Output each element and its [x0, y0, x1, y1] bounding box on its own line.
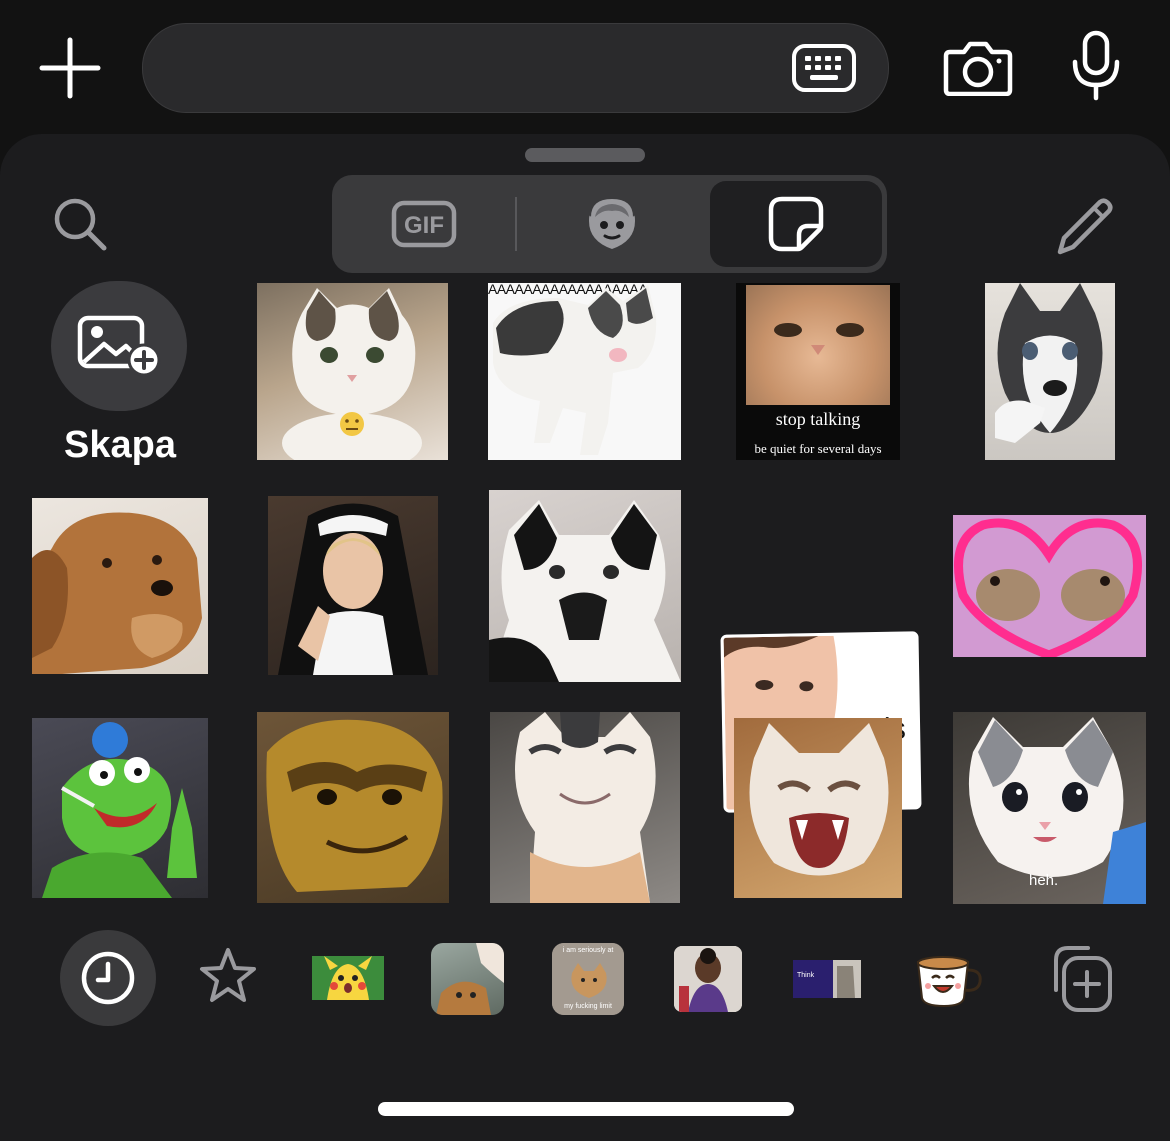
cat-illustration	[749, 723, 889, 876]
sticker-pack-thumb-icon	[916, 956, 982, 1008]
add-sticker-icon	[1054, 946, 1112, 1012]
tray-favorites-button[interactable]	[198, 946, 258, 1006]
microphone-button[interactable]	[1070, 30, 1122, 102]
sticker-pack-thumb-icon	[312, 956, 384, 1000]
tray-pack-caption-top: i am seriously at	[562, 947, 614, 954]
shrek-illustration	[266, 719, 443, 892]
sticker-cat-smiling[interactable]	[490, 712, 680, 903]
tray-recents-button[interactable]	[60, 930, 156, 1026]
plus-icon	[39, 37, 101, 99]
sticker-cat-screaming-aaaa[interactable]: AAAAAAAAAAAAAAAAAA	[488, 283, 681, 460]
sticker-kitten-heh[interactable]: heh.	[953, 712, 1146, 904]
sticker-nun-praying[interactable]	[268, 496, 438, 675]
sticker-pack-thumb-icon	[674, 946, 742, 1012]
microphone-icon	[1072, 30, 1120, 101]
husky-illustration	[995, 283, 1103, 443]
sticker-dog-pondering[interactable]	[32, 498, 208, 674]
sticker-husky-pointing[interactable]	[985, 283, 1115, 460]
message-input[interactable]	[142, 23, 889, 113]
sticker-frogs-heart[interactable]	[953, 515, 1146, 657]
sticker-kermit-smoking[interactable]	[32, 718, 208, 898]
tray-pack-caption: Think	[797, 972, 815, 979]
plus-button[interactable]	[38, 36, 102, 100]
frogs-heart-illustration	[954, 518, 1142, 657]
create-sticker-tile[interactable]: Skapa	[50, 276, 190, 466]
camera-icon	[943, 41, 1013, 97]
search-icon	[54, 198, 107, 251]
tray-pack-seriously-cat[interactable]: i am seriously at my fucking limit	[552, 943, 624, 1015]
nun-illustration	[278, 503, 428, 675]
tray-pack-coffee-cup[interactable]	[914, 954, 984, 1008]
message-composer	[0, 0, 1170, 130]
tray-pack-think-meme[interactable]: Think	[793, 960, 861, 998]
cat-illustration	[515, 712, 656, 903]
tab-gif[interactable]: GIF	[332, 175, 515, 273]
tray-pack-surprised-pikachu[interactable]	[312, 956, 384, 1000]
cat-illustration	[489, 500, 681, 682]
sticker-cat-hissing[interactable]	[734, 718, 902, 898]
keyboard-icon	[792, 44, 856, 92]
sticker-cat-gasp[interactable]	[489, 490, 681, 682]
search-button[interactable]	[52, 196, 108, 252]
emoji-face-icon	[340, 412, 364, 436]
tab-gif-label: GIF	[404, 212, 444, 239]
edit-button[interactable]	[1054, 196, 1116, 258]
create-sticker-button[interactable]	[51, 281, 187, 411]
tab-memoji[interactable]	[517, 175, 707, 273]
tray-pack-caption-bottom: my fucking limit	[564, 1003, 612, 1010]
camera-button[interactable]	[942, 40, 1014, 97]
picker-tab-switcher: GIF	[332, 175, 887, 273]
cat-face-photo	[746, 285, 890, 405]
sticker-subcaption: be quiet for several days	[754, 441, 882, 456]
tab-stickers[interactable]	[710, 175, 882, 273]
cat-illustration	[493, 285, 657, 455]
kermit-illustration	[42, 722, 197, 898]
star-icon	[200, 948, 256, 1002]
home-indicator[interactable]	[378, 1102, 794, 1116]
sticker-icon	[768, 196, 824, 252]
sticker-pack-thumb-icon	[436, 943, 504, 1015]
tray-add-sticker-button[interactable]	[1044, 944, 1114, 1014]
sticker-pack-thumb-icon	[793, 960, 861, 998]
tray-pack-girl-meme[interactable]	[674, 946, 742, 1012]
cat-illustration	[282, 288, 422, 460]
memoji-avatar-icon	[589, 199, 635, 249]
clock-icon	[81, 951, 135, 1005]
sticker-cat-stop-talking[interactable]: stop talking be quiet for several days	[736, 283, 900, 460]
sticker-shrek-face[interactable]	[257, 712, 449, 903]
sticker-picker-panel: GIF Skapa AAAAAAAAAAAAAAAAAA stop talkin…	[0, 134, 1170, 1141]
gif-icon: GIF	[391, 200, 456, 248]
pencil-icon	[1057, 198, 1113, 255]
sticker-cat-emoji[interactable]	[257, 283, 448, 460]
sticker-caption: heh.	[1029, 872, 1059, 889]
panel-grabber[interactable]	[525, 148, 645, 162]
add-image-icon	[77, 315, 161, 377]
create-sticker-label: Skapa	[64, 424, 176, 466]
sticker-caption: stop talking	[775, 409, 861, 429]
dog-illustration	[32, 512, 202, 674]
keyboard-button[interactable]	[792, 44, 856, 92]
tray-pack-cat[interactable]	[431, 943, 504, 1015]
